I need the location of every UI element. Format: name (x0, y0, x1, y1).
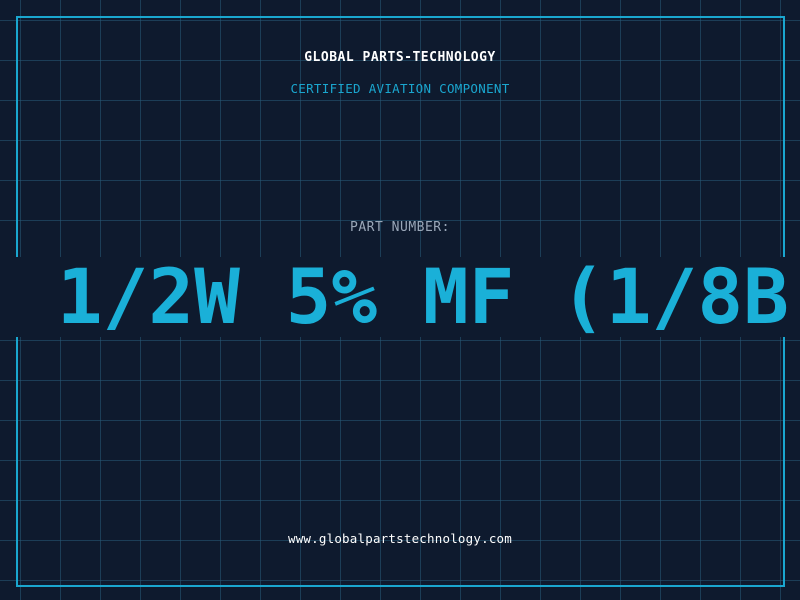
certification-subtitle: CERTIFIED AVIATION COMPONENT (290, 81, 510, 96)
part-number-band: ( 1/2W 5% MF (1/8B) (0, 257, 800, 337)
part-number-value: ( 1/2W 5% MF (1/8B) (0, 257, 800, 337)
website-url: www.globalpartstechnology.com (287, 531, 513, 546)
company-name: GLOBAL PARTS-TECHNOLOGY (304, 50, 496, 65)
part-number-label: PART NUMBER: (350, 220, 450, 235)
